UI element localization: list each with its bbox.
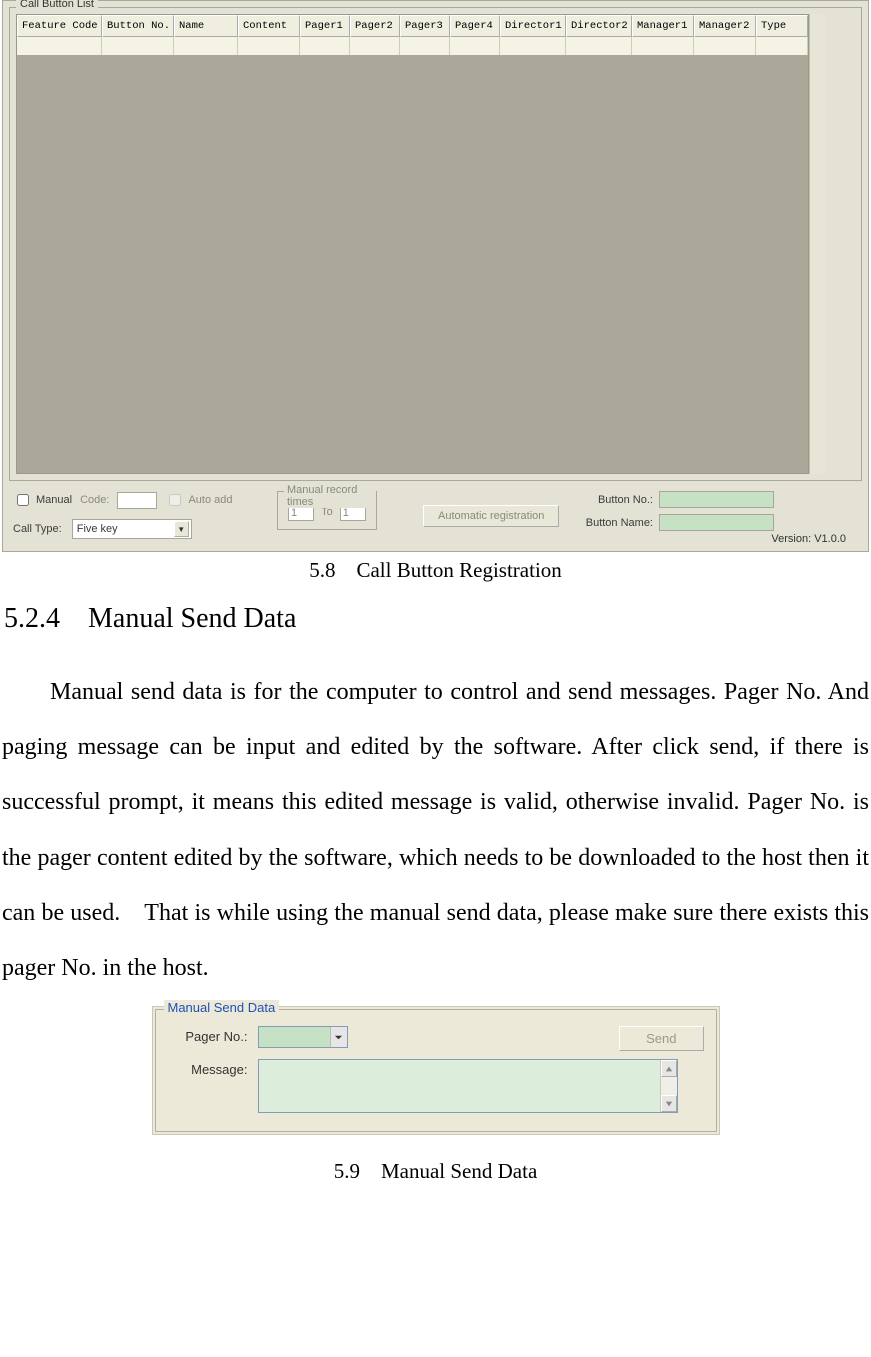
fig58-screenshot: Call Button List Feature Code Button No.… (2, 0, 869, 552)
scroll-up-icon[interactable] (661, 1060, 677, 1077)
manual-checkbox[interactable]: Manual (13, 491, 72, 509)
fig59-screenshot: Manual Send Data Pager No.: Send Message… (152, 1006, 720, 1135)
body-paragraph: Manual send data is for the computer to … (2, 665, 869, 996)
auto-add-checkbox[interactable]: Auto add (165, 491, 232, 509)
group-legend: Call Button List (16, 0, 98, 10)
pager-no-label: Pager No.: (168, 1026, 248, 1044)
manual-record-times-label: Manual record times (284, 484, 376, 508)
chevron-down-icon (330, 1027, 347, 1047)
bottom-controls: Manual Code: Auto add Call Type: Five ke… (13, 491, 862, 547)
scroll-down-icon[interactable] (661, 1095, 677, 1112)
col-button-no[interactable]: Button No. (102, 15, 174, 37)
col-manager1[interactable]: Manager1 (632, 15, 694, 37)
col-pager3[interactable]: Pager3 (400, 15, 450, 37)
col-director2[interactable]: Director2 (566, 15, 632, 37)
call-type-value: Five key (77, 523, 118, 535)
col-content[interactable]: Content (238, 15, 300, 37)
table-row[interactable] (17, 37, 808, 55)
call-type-select[interactable]: Five key ▼ (72, 519, 192, 539)
table-header-row: Feature Code Button No. Name Content Pag… (17, 15, 808, 37)
version-label: Version: V1.0.0 (771, 533, 846, 545)
col-pager1[interactable]: Pager1 (300, 15, 350, 37)
button-name-label: Button Name: (573, 517, 653, 529)
manual-label: Manual (36, 494, 72, 506)
call-button-list-group: Call Button List Feature Code Button No.… (9, 7, 862, 481)
col-name[interactable]: Name (174, 15, 238, 37)
manual-send-data-group: Manual Send Data Pager No.: Send Message… (155, 1009, 717, 1132)
button-no-label: Button No.: (573, 494, 653, 506)
to-label: To (321, 506, 333, 518)
button-name-input[interactable] (659, 514, 774, 531)
message-label: Message: (168, 1059, 248, 1077)
message-scrollbar[interactable] (660, 1060, 677, 1112)
message-box (258, 1059, 678, 1113)
col-director1[interactable]: Director1 (500, 15, 566, 37)
col-type[interactable]: Type (756, 15, 808, 37)
automatic-registration-button[interactable]: Automatic registration (423, 505, 559, 527)
col-manager2[interactable]: Manager2 (694, 15, 756, 37)
manual-record-times-group: Manual record times To (277, 491, 377, 530)
code-input[interactable] (117, 492, 157, 509)
button-no-input[interactable] (659, 491, 774, 508)
section-heading: 5.2.4 Manual Send Data (4, 603, 871, 635)
code-label: Code: (80, 494, 109, 506)
vertical-scrollbar[interactable] (809, 14, 825, 474)
col-pager2[interactable]: Pager2 (350, 15, 400, 37)
manual-send-group-legend: Manual Send Data (164, 1000, 280, 1015)
table-empty-area (17, 55, 808, 473)
call-button-table: Feature Code Button No. Name Content Pag… (16, 14, 809, 474)
pager-no-select[interactable] (258, 1026, 348, 1048)
caption-58: 5.8 Call Button Registration (0, 558, 871, 583)
col-pager4[interactable]: Pager4 (450, 15, 500, 37)
caption-59: 5.9 Manual Send Data (0, 1159, 871, 1184)
send-button[interactable]: Send (619, 1026, 703, 1051)
auto-add-label: Auto add (188, 494, 232, 506)
chevron-down-icon: ▼ (174, 521, 189, 537)
message-input[interactable] (259, 1060, 660, 1112)
col-feature-code[interactable]: Feature Code (17, 15, 102, 37)
table-outer: Feature Code Button No. Name Content Pag… (16, 14, 855, 474)
call-type-label: Call Type: (13, 523, 62, 535)
